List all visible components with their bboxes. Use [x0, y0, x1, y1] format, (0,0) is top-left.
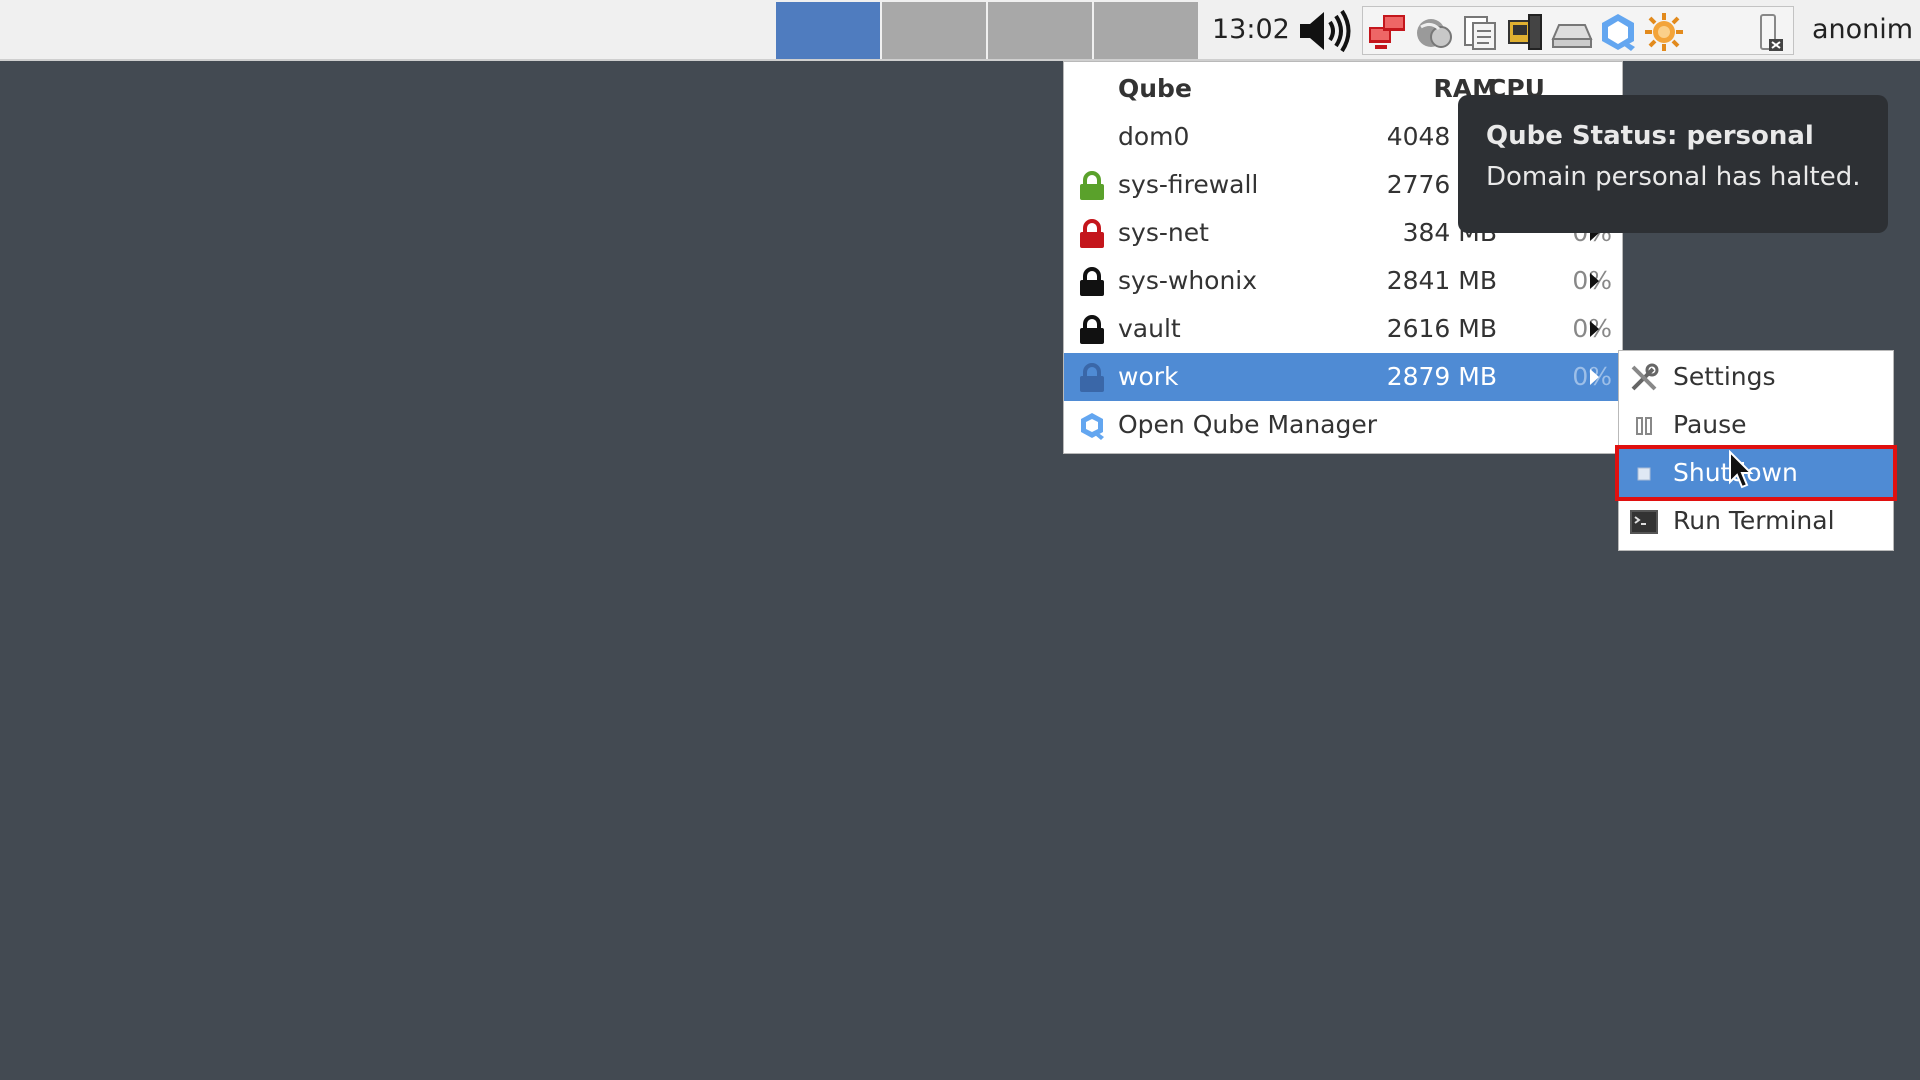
workspace-1-button[interactable] [776, 2, 880, 59]
run-terminal-label: Run Terminal [1673, 506, 1835, 535]
qube-status-notification: Qube Status: personal Domain personal ha… [1458, 95, 1888, 233]
system-tray [1362, 6, 1794, 55]
open-qube-manager-label: Open Qube Manager [1118, 410, 1378, 439]
workspace-3-button[interactable] [988, 2, 1092, 59]
run-terminal-menu-item[interactable]: Run Terminal [1619, 497, 1893, 545]
notification-title: Qube Status: personal [1486, 121, 1814, 151]
terminal-icon [1630, 510, 1658, 534]
qube-name: work [1118, 362, 1179, 391]
clipboard-icon[interactable] [1459, 11, 1501, 53]
qube-ram: 2616 MB [1386, 314, 1497, 343]
battery-icon[interactable] [1755, 11, 1787, 53]
qube-action-submenu: Settings Pause Shutdown Run Terminal [1618, 350, 1894, 551]
clock[interactable]: 13:02 [1212, 0, 1290, 59]
lock-icon [1080, 267, 1104, 296]
top-panel: 13:02 anonim [0, 0, 1920, 61]
lock-icon [1080, 219, 1104, 248]
submenu-arrow-icon [1590, 273, 1599, 289]
lock-icon [1080, 315, 1104, 344]
qube-name: sys-net [1118, 218, 1209, 247]
settings-icon [1631, 363, 1659, 391]
qube-row-work[interactable]: work 2879 MB 0% [1064, 353, 1622, 401]
updates-icon[interactable] [1643, 11, 1685, 53]
qube-manager-icon [1081, 413, 1104, 440]
open-qube-manager-item[interactable]: Open Qube Manager [1064, 401, 1622, 449]
shutdown-menu-item[interactable]: Shutdown [1619, 449, 1893, 497]
workspace-4-button[interactable] [1094, 2, 1198, 59]
submenu-arrow-icon [1590, 321, 1599, 337]
qube-name: vault [1118, 314, 1181, 343]
qube-name: dom0 [1118, 122, 1190, 151]
devices-icon[interactable] [1505, 11, 1547, 53]
qube-name: sys-firewall [1118, 170, 1259, 199]
network-disconnected-icon[interactable] [1367, 11, 1409, 53]
settings-label: Settings [1673, 362, 1776, 391]
drive-icon[interactable] [1551, 11, 1593, 53]
notification-body: Domain personal has halted. [1486, 162, 1861, 192]
submenu-arrow-icon [1590, 369, 1599, 385]
volume-icon[interactable] [1298, 8, 1354, 54]
lock-icon [1080, 363, 1104, 392]
shutdown-icon [1637, 467, 1651, 481]
qube-name: sys-whonix [1118, 266, 1258, 295]
qube-row-sys-whonix[interactable]: sys-whonix 2841 MB 0% [1064, 257, 1622, 305]
qube-row-vault[interactable]: vault 2616 MB 0% [1064, 305, 1622, 353]
pause-menu-item[interactable]: Pause [1619, 401, 1893, 449]
pause-icon [1636, 417, 1652, 435]
globe-icon[interactable] [1413, 11, 1455, 53]
lock-icon [1080, 171, 1104, 200]
user-name[interactable]: anonim [1812, 0, 1913, 59]
pause-label: Pause [1673, 410, 1747, 439]
qube-ram: 2841 MB [1386, 266, 1497, 295]
settings-menu-item[interactable]: Settings [1619, 353, 1893, 401]
mouse-cursor-icon [1729, 450, 1754, 489]
qube-manager-icon[interactable] [1597, 11, 1639, 53]
header-qube: Qube [1118, 74, 1192, 103]
workspace-2-button[interactable] [882, 2, 986, 59]
qube-ram: 2879 MB [1386, 362, 1497, 391]
